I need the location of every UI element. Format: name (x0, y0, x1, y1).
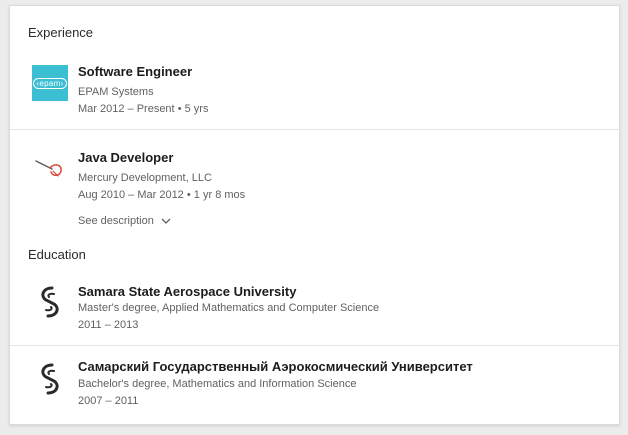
ssau-logo-svg (41, 286, 59, 318)
mercury-logo-svg (35, 160, 62, 177)
duration: 5 yrs (184, 103, 209, 115)
profile-card: Experience ‹epam› Software Engineer EPAM… (9, 5, 620, 425)
chevron-down-icon (161, 215, 171, 227)
job-title[interactable]: Java Developer (78, 150, 173, 165)
see-description-label: See description (78, 215, 154, 227)
company-name[interactable]: EPAM Systems (78, 86, 154, 98)
divider (10, 345, 619, 346)
school-name[interactable]: Samara State Aerospace University (78, 284, 296, 299)
see-description-button[interactable]: See description (78, 215, 171, 227)
education-item-ssau-masters[interactable]: Samara State Aerospace University Master… (10, 282, 619, 342)
job-dates: Aug 2010 – Mar 2012 • 1 yr 8 mos (78, 189, 245, 201)
degree: Master's degree, Applied Mathematics and… (78, 302, 380, 314)
job-title[interactable]: Software Engineer (78, 64, 192, 79)
education-item-ssau-bachelors[interactable]: Самарский Государственный Аэрокосмически… (10, 357, 619, 417)
epam-logo-icon[interactable]: ‹epam› (32, 65, 68, 101)
education-years: 2011 – 2013 (78, 319, 139, 331)
experience-item-java-developer[interactable]: Java Developer Mercury Development, LLC … (10, 144, 619, 234)
ssau-logo-icon[interactable] (32, 284, 68, 320)
separator-dot: • (186, 189, 194, 201)
experience-heading: Experience (28, 25, 94, 40)
experience-item-software-engineer[interactable]: ‹epam› Software Engineer EPAM Systems Ma… (10, 62, 619, 132)
education-heading: Education (28, 247, 86, 262)
separator-dot: • (177, 103, 185, 115)
degree: Bachelor's degree, Mathematics and Infor… (78, 378, 357, 390)
epam-logo-text: ‹epam› (33, 77, 67, 89)
ssau-logo-icon[interactable] (32, 361, 68, 397)
date-range: Aug 2010 – Mar 2012 (78, 189, 184, 201)
mercury-logo-icon[interactable] (32, 149, 68, 185)
date-range: Mar 2012 – Present (78, 103, 175, 115)
divider (10, 129, 619, 130)
job-dates: Mar 2012 – Present • 5 yrs (78, 103, 208, 115)
education-years: 2007 – 2011 (78, 395, 139, 407)
ssau-logo-svg (41, 363, 59, 395)
duration: 1 yr 8 mos (193, 189, 246, 201)
school-name[interactable]: Самарский Государственный Аэрокосмически… (78, 359, 473, 374)
company-name[interactable]: Mercury Development, LLC (78, 172, 212, 184)
